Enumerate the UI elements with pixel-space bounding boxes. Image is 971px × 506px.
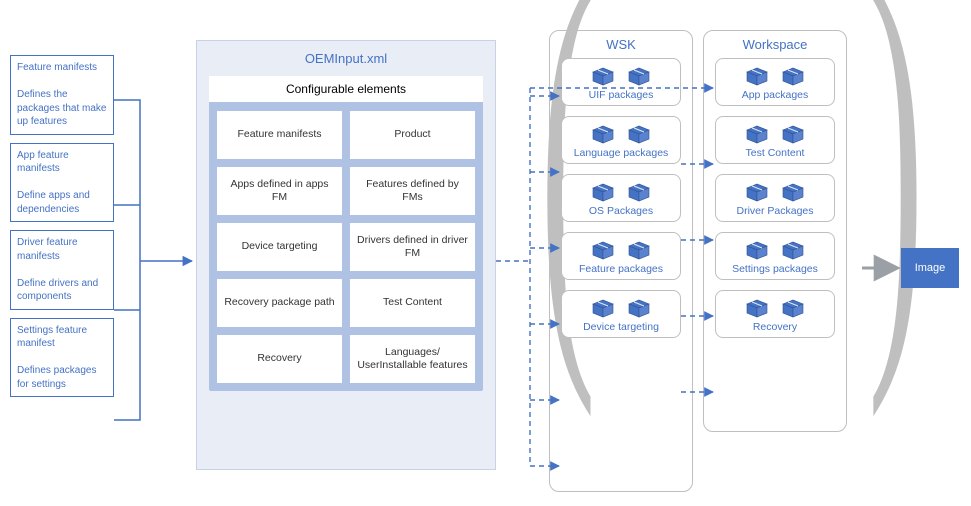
cell-languages: Languages/ UserInstallable features — [350, 335, 475, 383]
cell-recovery-path: Recovery package path — [217, 279, 342, 327]
cell-recovery: Recovery — [217, 335, 342, 383]
manifest-title: Driver feature manifests — [17, 237, 78, 262]
package-icon — [626, 65, 652, 87]
package-icon — [780, 123, 806, 145]
pkg-label: OS Packages — [589, 205, 653, 217]
package-icon — [626, 181, 652, 203]
wsk-feature-packages: Feature packages — [561, 232, 681, 280]
manifest-desc: Defines the packages that make up featur… — [17, 89, 107, 127]
manifest-title: Settings feature manifest — [17, 325, 87, 350]
package-icon — [780, 297, 806, 319]
configurable-title: Configurable elements — [209, 76, 483, 103]
manifest-desc: Defines packages for settings — [17, 365, 97, 390]
package-icon — [590, 181, 616, 203]
pkg-label: Driver Packages — [736, 205, 813, 217]
pkg-label: UIF packages — [589, 89, 654, 101]
package-icon — [626, 239, 652, 261]
oeminput-panel: OEMInput.xml Configurable elements Featu… — [196, 40, 496, 470]
package-icon — [744, 123, 770, 145]
package-icon — [626, 297, 652, 319]
manifest-settings: Settings feature manifest Defines packag… — [10, 318, 114, 398]
package-icon — [590, 239, 616, 261]
ws-test-content: Test Content — [715, 116, 835, 164]
package-icon — [744, 181, 770, 203]
package-icon — [744, 239, 770, 261]
cell-product: Product — [350, 111, 475, 159]
pkg-label: Settings packages — [732, 263, 818, 275]
wsk-panel: WSK UIF packages Language packages OS Pa… — [549, 30, 693, 492]
cell-features-fm: Features defined by FMs — [350, 167, 475, 215]
manifest-app: App feature manifests Define apps and de… — [10, 143, 114, 223]
manifest-feature: Feature manifests Defines the packages t… — [10, 55, 114, 135]
image-output: Image — [901, 248, 959, 288]
package-icon — [780, 239, 806, 261]
pkg-label: App packages — [742, 89, 809, 101]
wsk-uif-packages: UIF packages — [561, 58, 681, 106]
ws-recovery: Recovery — [715, 290, 835, 338]
workspace-title: Workspace — [714, 37, 836, 52]
cell-test-content: Test Content — [350, 279, 475, 327]
wsk-language-packages: Language packages — [561, 116, 681, 164]
manifest-title: Feature manifests — [17, 62, 97, 73]
pkg-label: Recovery — [753, 321, 797, 333]
pkg-label: Feature packages — [579, 263, 663, 275]
wsk-os-packages: OS Packages — [561, 174, 681, 222]
ws-driver-packages: Driver Packages — [715, 174, 835, 222]
manifests-column: Feature manifests Defines the packages t… — [10, 55, 114, 397]
pkg-label: Language packages — [574, 147, 669, 159]
cell-drivers-fm: Drivers defined in driver FM — [350, 223, 475, 271]
package-icon — [780, 181, 806, 203]
manifest-desc: Define drivers and components — [17, 278, 98, 303]
pkg-label: Device targeting — [583, 321, 659, 333]
cell-apps-fm: Apps defined in apps FM — [217, 167, 342, 215]
config-grid: Feature manifests Product Apps defined i… — [209, 111, 483, 383]
manifest-driver: Driver feature manifests Define drivers … — [10, 230, 114, 310]
package-icon — [626, 123, 652, 145]
package-icon — [744, 297, 770, 319]
package-icon — [780, 65, 806, 87]
paren-right-icon: ) — [868, 0, 924, 392]
oeminput-title: OEMInput.xml — [197, 41, 495, 72]
configurable-elements: Configurable elements Feature manifests … — [209, 76, 483, 391]
package-icon — [590, 123, 616, 145]
wsk-title: WSK — [560, 37, 682, 52]
cell-device-targeting: Device targeting — [217, 223, 342, 271]
pkg-label: Test Content — [746, 147, 805, 159]
cell-feature-manifests: Feature manifests — [217, 111, 342, 159]
package-icon — [744, 65, 770, 87]
package-icon — [590, 65, 616, 87]
manifest-desc: Define apps and dependencies — [17, 190, 90, 215]
ws-app-packages: App packages — [715, 58, 835, 106]
wsk-device-targeting: Device targeting — [561, 290, 681, 338]
ws-settings-packages: Settings packages — [715, 232, 835, 280]
workspace-panel: Workspace App packages Test Content Driv… — [703, 30, 847, 432]
manifest-title: App feature manifests — [17, 150, 69, 175]
package-icon — [590, 297, 616, 319]
